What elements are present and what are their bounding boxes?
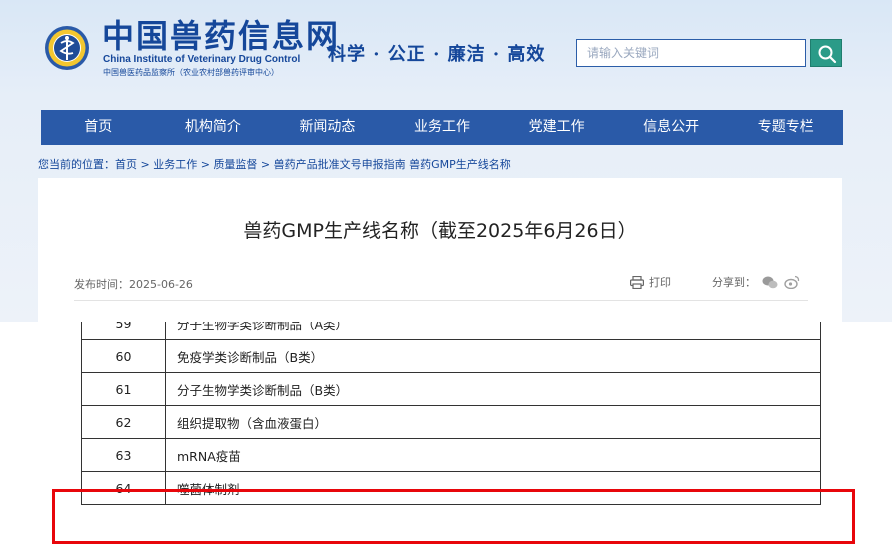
row-name: mRNA疫苗: [165, 438, 821, 472]
divider: [74, 300, 808, 301]
article-card: 兽药GMP生产线名称（截至2025年6月26日） 发布时间：2025-06-26…: [38, 178, 842, 322]
table-row: 60 免疫学类诊断制品（B类）: [81, 339, 821, 373]
publish-label: 发布时间：: [74, 278, 129, 291]
site-subtitle: 中国兽医药品监察所（农业农村部兽药评审中心）: [103, 68, 279, 77]
weibo-icon[interactable]: [784, 275, 800, 289]
row-name: 免疫学类诊断制品（B类）: [165, 339, 821, 373]
row-name: 分子生物学类诊断制品（B类）: [165, 372, 821, 406]
breadcrumb-prefix: 您当前的位置：: [38, 158, 115, 171]
wechat-icon[interactable]: [762, 276, 778, 289]
site-title[interactable]: 中国兽药信息网: [102, 18, 340, 54]
table-row: 62 组织提取物（含血液蛋白）: [81, 405, 821, 439]
search-button[interactable]: [810, 39, 842, 67]
breadcrumb-business[interactable]: 业务工作: [153, 158, 197, 171]
search-input[interactable]: [576, 39, 806, 67]
breadcrumb: 您当前的位置：首页 > 业务工作 > 质量监督 > 兽药产品批准文号申报指南 兽…: [38, 158, 511, 171]
row-number: 63: [81, 438, 166, 472]
nav-item-business[interactable]: 业务工作: [385, 110, 500, 145]
print-button[interactable]: 打印: [630, 274, 671, 290]
row-name: 分子生物学类诊断制品（A类）: [165, 322, 821, 340]
site-title-en: China Institute of Veterinary Drug Contr…: [103, 54, 301, 65]
publish-date: 发布时间：2025-06-26: [74, 276, 193, 292]
row-number: 59: [81, 322, 166, 340]
site-slogan: 科学 · 公正 · 廉洁 · 高效: [328, 44, 546, 65]
main-nav: 首页 机构简介 新闻动态 业务工作 党建工作 信息公开 专题专栏: [41, 110, 843, 145]
row-number: 61: [81, 372, 166, 406]
highlight-box: [52, 489, 855, 544]
nav-item-disclosure[interactable]: 信息公开: [614, 110, 729, 145]
nav-item-about[interactable]: 机构简介: [156, 110, 271, 145]
breadcrumb-quality[interactable]: 质量监督: [213, 158, 257, 171]
printer-icon: [630, 275, 644, 289]
row-number: 60: [81, 339, 166, 373]
table-row: 61 分子生物学类诊断制品（B类）: [81, 372, 821, 406]
nav-item-special[interactable]: 专题专栏: [728, 110, 843, 145]
print-label: 打印: [649, 276, 671, 289]
magnifier-icon: [818, 45, 837, 64]
share-label: 分享到：: [712, 276, 756, 289]
publish-date-value: 2025-06-26: [129, 278, 193, 291]
row-number: 62: [81, 405, 166, 439]
share-bar: 分享到：: [712, 274, 800, 290]
nav-item-party[interactable]: 党建工作: [499, 110, 614, 145]
site-header: 中国兽药信息网 China Institute of Veterinary Dr…: [0, 0, 892, 108]
row-name: 组织提取物（含血液蛋白）: [165, 405, 821, 439]
site-logo-emblem[interactable]: [44, 25, 90, 71]
article-title: 兽药GMP生产线名称（截至2025年6月26日）: [243, 220, 637, 242]
breadcrumb-home[interactable]: 首页: [115, 158, 137, 171]
breadcrumb-guide[interactable]: 兽药产品批准文号申报指南: [274, 158, 406, 171]
table-row: 63 mRNA疫苗: [81, 438, 821, 472]
table-row: 59 分子生物学类诊断制品（A类）: [81, 322, 821, 340]
nav-item-news[interactable]: 新闻动态: [270, 110, 385, 145]
breadcrumb-current[interactable]: 兽药GMP生产线名称: [409, 158, 511, 171]
nav-item-home[interactable]: 首页: [41, 110, 156, 145]
